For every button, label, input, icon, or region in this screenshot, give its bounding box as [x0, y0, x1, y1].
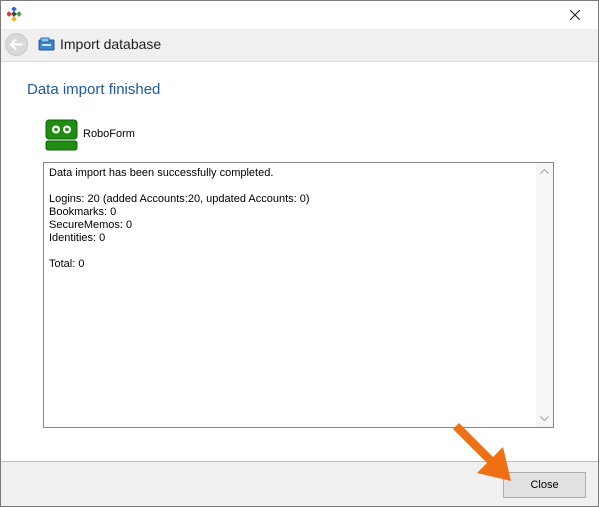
- report-line: SecureMemos: 0: [49, 219, 133, 231]
- status-heading: Data import finished: [27, 81, 161, 98]
- back-arrow-icon: [10, 39, 23, 50]
- roboform-logo-icon: [45, 119, 78, 151]
- scroll-up-button[interactable]: [536, 163, 553, 180]
- report-line: Data import has been successfully comple…: [49, 167, 274, 179]
- scroll-down-icon: [540, 416, 549, 421]
- report-line: [49, 245, 533, 258]
- report-line: Bookmarks: 0: [49, 206, 117, 218]
- import-report-text: Data import has been successfully comple…: [49, 167, 533, 271]
- database-icon: [38, 37, 55, 51]
- report-line: Identities: 0: [49, 232, 106, 244]
- scroll-up-icon: [540, 169, 549, 174]
- pointer-arrow-icon: [453, 423, 511, 481]
- navigation-bar: Import database: [1, 29, 598, 62]
- window-close-button[interactable]: [552, 1, 598, 29]
- back-button[interactable]: [5, 33, 28, 56]
- title-bar: [1, 1, 598, 29]
- product-name: RoboForm: [83, 128, 135, 140]
- app-logo-icon: [7, 7, 21, 21]
- page-title: Import database: [60, 36, 162, 52]
- import-dialog-window: Import database Data import finished Rob…: [0, 0, 599, 507]
- close-icon: [570, 10, 580, 20]
- report-line: [49, 180, 533, 193]
- scroll-down-button[interactable]: [536, 410, 553, 427]
- vertical-scrollbar[interactable]: [536, 163, 553, 427]
- import-report-textbox[interactable]: Data import has been successfully comple…: [43, 162, 554, 428]
- report-line: Logins: 20 (added Accounts:20, updated A…: [49, 193, 310, 205]
- report-line: Total: 0: [49, 258, 85, 270]
